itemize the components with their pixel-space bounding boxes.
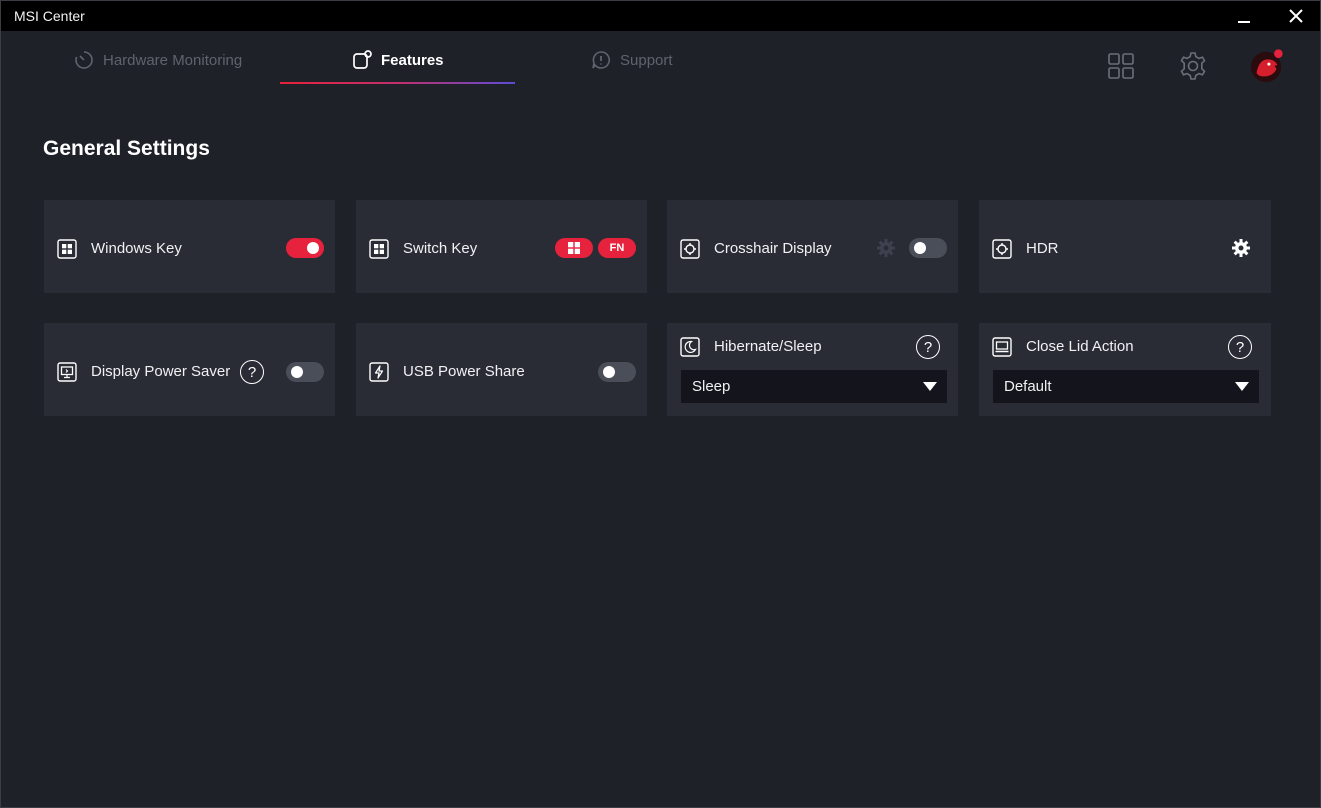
apps-grid-button[interactable]	[1103, 48, 1139, 84]
switch-key-label: Switch Key	[403, 240, 478, 257]
monitor-icon	[57, 362, 77, 382]
display-power-saver-card: Display Power Saver ?	[44, 323, 335, 416]
dropdown-arrow-icon	[1235, 382, 1249, 391]
windows-key-toggle[interactable]	[286, 238, 324, 258]
apps-grid-icon	[1108, 53, 1134, 79]
close-lid-action-label: Close Lid Action	[1026, 338, 1134, 355]
dropdown-arrow-icon	[923, 382, 937, 391]
hibernate-sleep-card: Hibernate/Sleep ? Sleep	[667, 323, 958, 416]
minimize-icon	[1238, 21, 1250, 23]
msi-center-window: MSI Center Hardware Monitoring Features …	[0, 0, 1321, 808]
user-avatar-icon	[1250, 49, 1283, 83]
hibernate-sleep-label: Hibernate/Sleep	[714, 338, 822, 355]
crosshair-display-card: Crosshair Display	[667, 200, 958, 293]
windows-key-card: Windows Key	[44, 200, 335, 293]
tab-label: Support	[620, 51, 673, 69]
switch-key-fn-option[interactable]: FN	[598, 238, 636, 258]
usb-power-share-toggle[interactable]	[598, 362, 636, 382]
tab-support[interactable]: Support	[591, 47, 673, 73]
crosshair-icon	[680, 239, 700, 259]
switch-key-card: Switch Key FN	[356, 200, 647, 293]
windows-icon	[57, 239, 77, 259]
crosshair-settings-icon[interactable]	[876, 238, 896, 258]
tab-label: Features	[381, 51, 444, 69]
windows-icon	[568, 242, 580, 254]
hibernate-sleep-dropdown[interactable]: Sleep	[681, 370, 947, 403]
display-power-saver-label: Display Power Saver	[91, 363, 231, 380]
close-lid-action-card: Close Lid Action ? Default	[979, 323, 1271, 416]
usb-power-share-label: USB Power Share	[403, 363, 525, 380]
tab-features[interactable]: Features	[352, 47, 444, 73]
settings-gear-icon	[1180, 52, 1206, 80]
minimize-button[interactable]	[1221, 1, 1267, 31]
hibernate-sleep-selected-value: Sleep	[692, 378, 731, 395]
close-icon	[1289, 9, 1303, 23]
close-lid-action-help-button[interactable]: ?	[1228, 335, 1252, 359]
tab-hardware-monitoring[interactable]: Hardware Monitoring	[74, 47, 242, 73]
active-tab-indicator	[280, 82, 515, 84]
hdr-icon	[992, 239, 1012, 259]
user-avatar-button[interactable]	[1249, 48, 1285, 84]
display-power-saver-toggle[interactable]	[286, 362, 324, 382]
close-lid-action-dropdown[interactable]: Default	[993, 370, 1259, 403]
usb-power-share-card: USB Power Share	[356, 323, 647, 416]
switch-key-windows-option[interactable]	[555, 238, 593, 258]
page-title: General Settings	[43, 137, 210, 160]
hdr-settings-icon[interactable]	[1231, 238, 1251, 258]
display-power-saver-help-button[interactable]: ?	[240, 360, 264, 384]
hdr-label: HDR	[1026, 240, 1059, 257]
close-button[interactable]	[1273, 1, 1319, 31]
windows-icon	[369, 239, 389, 259]
support-icon	[592, 51, 610, 69]
moon-icon	[680, 337, 700, 357]
windows-key-label: Windows Key	[91, 240, 182, 257]
lightning-icon	[369, 362, 389, 382]
title-bar: MSI Center	[1, 1, 1320, 31]
laptop-icon	[992, 337, 1012, 357]
crosshair-display-label: Crosshair Display	[714, 240, 832, 257]
features-icon	[353, 50, 372, 69]
tab-label: Hardware Monitoring	[103, 51, 243, 69]
close-lid-action-selected-value: Default	[1004, 378, 1052, 395]
crosshair-display-toggle[interactable]	[909, 238, 947, 258]
hdr-card: HDR	[979, 200, 1271, 293]
window-title: MSI Center	[14, 8, 85, 24]
settings-button[interactable]	[1175, 48, 1211, 84]
hibernate-sleep-help-button[interactable]: ?	[916, 335, 940, 359]
gauge-icon	[75, 51, 93, 69]
